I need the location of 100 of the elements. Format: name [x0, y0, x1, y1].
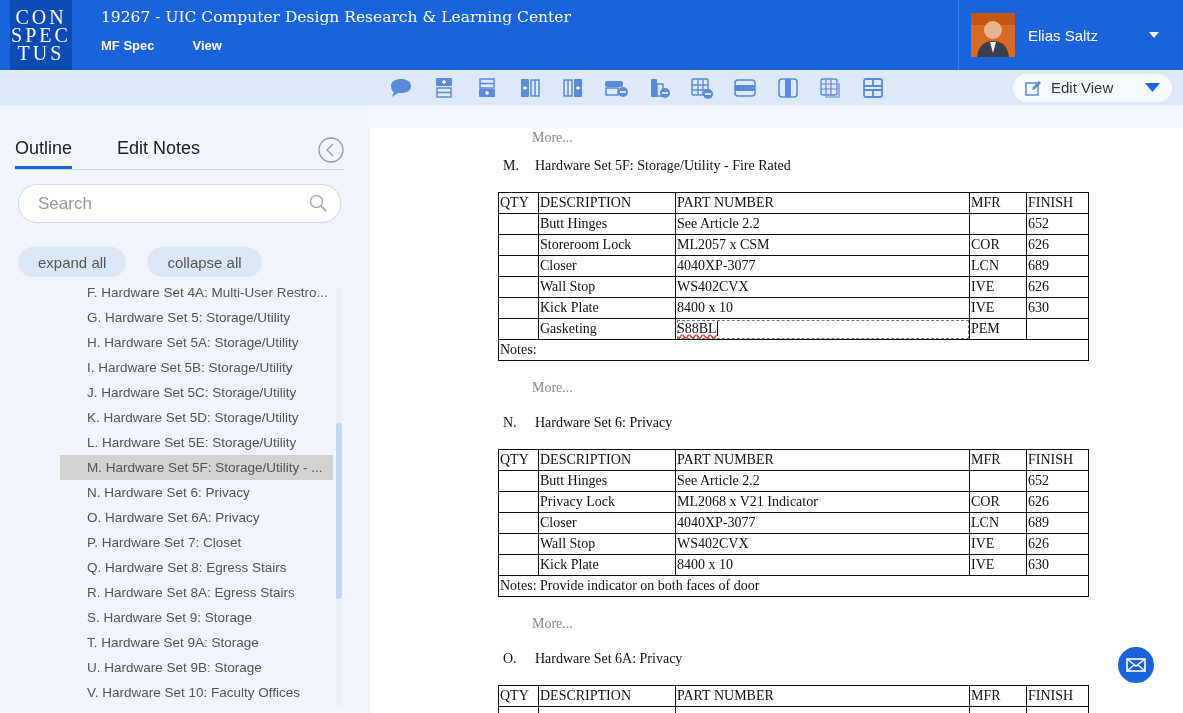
table-cell: IVE — [969, 297, 1027, 319]
edit-icon — [1025, 79, 1041, 96]
table-cell — [498, 234, 539, 256]
envelope-icon — [1126, 658, 1146, 672]
column-header: PART NUMBER — [675, 192, 970, 214]
outline-item[interactable]: U. Hardware Set 9B: Storage — [60, 655, 333, 680]
table-cell: Butt Hinges — [538, 470, 676, 492]
view-dropdown[interactable]: Edit View — [1013, 73, 1172, 102]
table-cell: 626 — [1026, 533, 1089, 555]
column-header: PART NUMBER — [675, 449, 970, 471]
outline-item[interactable]: T. Hardware Set 9A: Storage — [60, 630, 333, 655]
sidebar-tab[interactable]: Outline — [15, 133, 73, 169]
table-cell: 8400 x 10 — [675, 554, 970, 576]
outline-item[interactable]: I. Hardware Set 5B: Storage/Utility — [60, 355, 333, 380]
column-header: MFR — [969, 685, 1027, 707]
section-letter: M. — [503, 157, 520, 175]
table-cell: ML2057 x CSM — [675, 234, 970, 256]
user-name: Elias Saltz — [1028, 26, 1100, 44]
caret-icon — [1145, 83, 1160, 92]
outline-item[interactable]: N. Hardware Set 6: Privacy — [60, 480, 333, 505]
table-cell: 4040XP-3077 — [675, 255, 970, 277]
logo: CON SPEC TUS — [10, 0, 72, 70]
table-cell: LCN — [969, 255, 1027, 277]
table-cell: Wall Stop — [538, 276, 676, 298]
outline-item[interactable]: Q. Hardware Set 8: Egress Stairs — [60, 555, 333, 580]
table-cell — [498, 297, 539, 319]
sidebar-tab[interactable]: Edit Notes — [117, 133, 201, 169]
table-cell: Butt Hinges — [538, 213, 676, 235]
section-letter: O. — [503, 650, 518, 668]
scrollbar-thumb[interactable] — [336, 423, 342, 599]
table-cell: Kick Plate — [538, 554, 676, 576]
table-cell: LCN — [969, 512, 1027, 534]
table-cell — [498, 554, 539, 576]
outline-item[interactable]: J. Hardware Set 5C: Storage/Utility — [60, 380, 333, 405]
table-cell: WS402CVX — [675, 276, 970, 298]
merge-columns-icon[interactable] — [775, 75, 801, 100]
outline-item[interactable]: M. Hardware Set 5F: Storage/Utility - ... — [60, 455, 333, 480]
table-cell: PEM — [969, 318, 1027, 340]
menu-item[interactable]: MF Spec — [101, 38, 155, 53]
table-cell — [498, 213, 539, 235]
column-header: DESCRIPTION — [538, 192, 676, 214]
table-cell: 689 — [1026, 512, 1089, 534]
outline-item[interactable]: K. Hardware Set 5D: Storage/Utility — [60, 405, 333, 430]
column-header: FINISH — [1026, 685, 1089, 707]
section-title: Hardware Set 5F: Storage/Utility - Fire Rated — [535, 157, 791, 175]
search-field[interactable]: Search — [18, 184, 341, 223]
message-button[interactable] — [1118, 647, 1154, 683]
outline-item[interactable]: O. Hardware Set 6A: Privacy — [60, 505, 333, 530]
column-header: QTY — [498, 192, 539, 214]
outline-item[interactable]: L. Hardware Set 5E: Storage/Utility — [60, 430, 333, 455]
collapse-panel-icon[interactable] — [318, 136, 344, 163]
table-cell: IVE — [969, 554, 1027, 576]
search-icon — [309, 194, 327, 212]
menu-item[interactable]: View — [192, 38, 222, 53]
table-cell: 630 — [1026, 554, 1089, 576]
delete-table-icon[interactable] — [689, 75, 715, 100]
outline-item[interactable]: P. Hardware Set 7: Closet — [60, 530, 333, 555]
table-cell: WS402CVX — [675, 533, 970, 555]
project-title: 19267 - UIC Computer Design Research & Learning Center — [101, 8, 572, 26]
column-header: DESCRIPTION — [538, 685, 676, 707]
table-cell: IVE — [969, 533, 1027, 555]
table-cell: IVE — [969, 276, 1027, 298]
table-cell: 4040XP-3077 — [675, 512, 970, 534]
section-title: Hardware Set 6: Privacy — [535, 414, 673, 432]
outline-item[interactable]: V. Hardware Set 10: Faculty Offices — [60, 680, 333, 705]
outline-item[interactable]: H. Hardware Set 5A: Storage/Utility — [60, 330, 333, 355]
table-cell: See Article 2.2 — [675, 470, 970, 492]
outline-item[interactable]: R. Hardware Set 8A: Egress Stairs — [60, 580, 333, 605]
column-header: MFR — [969, 449, 1027, 471]
column-header: FINISH — [1026, 192, 1089, 214]
outline-item[interactable]: F. Hardware Set 4A: Multi-User Restro... — [60, 286, 333, 305]
table-cell: 626 — [1026, 234, 1089, 256]
outline-item[interactable]: G. Hardware Set 5: Storage/Utility — [60, 305, 333, 330]
section-title: Hardware Set 6A: Privacy — [535, 650, 683, 668]
avatar-icon — [971, 13, 1015, 57]
column-header: QTY — [498, 685, 539, 707]
table-cell: Wall Stop — [538, 533, 676, 555]
table-cell: COR — [969, 491, 1027, 513]
table-cell: COR — [969, 234, 1027, 256]
table-cell: ML2068 x V21 Indicator — [675, 491, 970, 513]
table-cell: 8400 x 10 — [675, 297, 970, 319]
table-cell — [498, 255, 539, 277]
more-link[interactable]: More... — [498, 378, 1088, 398]
table-cell: 626 — [1026, 276, 1089, 298]
notes-cell: Notes: — [498, 339, 1089, 361]
outline-item[interactable]: S. Hardware Set 9: Storage — [60, 605, 333, 630]
table-cell: Privacy Lock — [538, 491, 676, 513]
table-cell — [1026, 318, 1089, 340]
table-cell — [498, 276, 539, 298]
more-link[interactable]: More... — [498, 614, 1088, 634]
column-header: QTY — [498, 449, 539, 471]
caret-icon[interactable] — [1149, 32, 1159, 38]
table-cell: Closer — [538, 255, 676, 277]
more-link[interactable]: More... — [498, 128, 1088, 148]
outline-button[interactable]: expand all — [18, 247, 127, 277]
table-cell — [498, 470, 539, 492]
cell-editor[interactable]: S88BL — [675, 318, 970, 340]
outline-button[interactable]: collapse all — [147, 247, 262, 277]
table-cell — [498, 533, 539, 555]
notes-cell: Notes: Provide indicator on both faces of door — [498, 575, 1089, 597]
